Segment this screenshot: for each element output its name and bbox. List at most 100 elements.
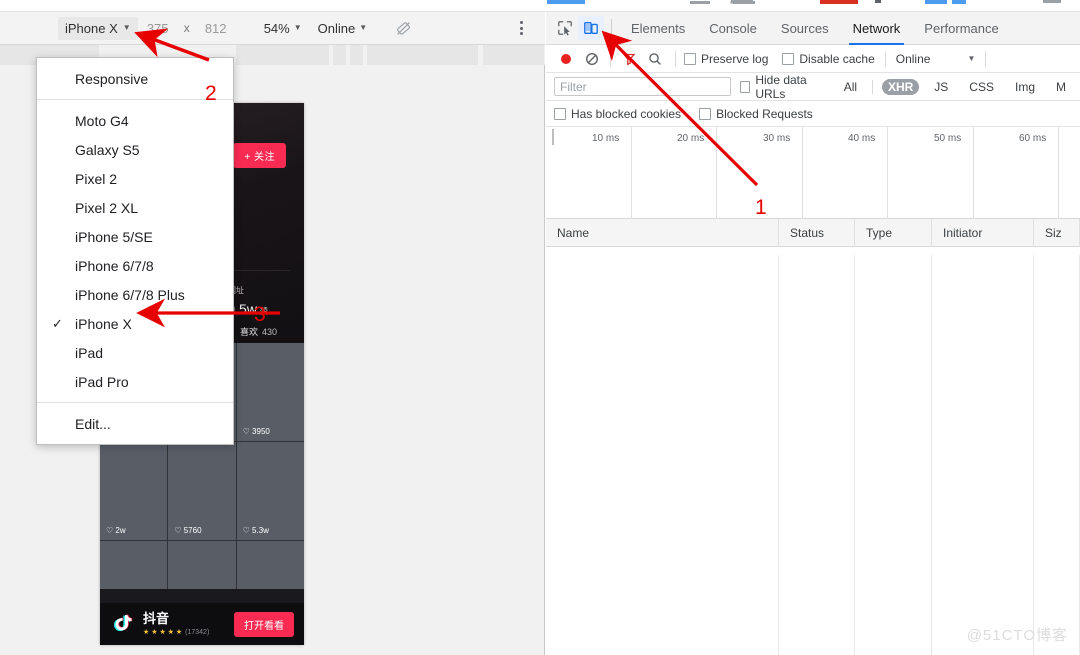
clear-icon[interactable] (580, 48, 604, 70)
tab-sources[interactable]: Sources (769, 12, 841, 45)
table-column (855, 255, 932, 655)
annotation-number-1: 1 (755, 196, 767, 219)
network-throttle-select[interactable]: Online ▼ (896, 52, 976, 66)
timeline-gridline (716, 127, 717, 219)
filter-type-xhr[interactable]: XHR (881, 78, 920, 95)
menu-item-pixel-2-xl[interactable]: Pixel 2 XL (37, 193, 233, 222)
requests-table-body[interactable] (546, 255, 1080, 655)
menu-item-iphone-5-se[interactable]: iPhone 5/SE (37, 222, 233, 251)
zoom-select[interactable]: 54% ▼ (264, 21, 302, 36)
has-blocked-cookies-checkbox[interactable]: Has blocked cookies (554, 107, 681, 121)
hide-data-urls-checkbox[interactable]: Hide data URLs (739, 72, 829, 101)
device-dropdown-menu: Responsive Moto G4 Galaxy S5 Pixel 2 Pix… (36, 57, 234, 445)
timeline-start-marker (552, 129, 554, 145)
filter-type-media[interactable]: M (1050, 79, 1072, 95)
more-options-icon[interactable] (513, 21, 529, 35)
cut-element (734, 0, 750, 3)
menu-divider (37, 99, 233, 100)
timeline-tick-label: 60 ms (1019, 133, 1047, 144)
disable-cache-checkbox[interactable]: Disable cache (782, 52, 875, 66)
follow-button[interactable]: + 关注 (233, 143, 286, 168)
rotate-icon[interactable] (393, 18, 413, 38)
column-header-name[interactable]: Name (546, 218, 779, 247)
timeline-gridline (1058, 127, 1059, 219)
menu-item-label: Moto G4 (75, 112, 129, 129)
hide-data-urls-label: Hide data URLs (755, 72, 807, 101)
menu-divider (37, 402, 233, 403)
search-icon[interactable] (643, 48, 667, 70)
tab-console[interactable]: Console (697, 12, 769, 45)
filter-type-css[interactable]: CSS (963, 79, 1000, 95)
column-header-status[interactable]: Status (779, 218, 855, 247)
grid-item-likes: ♡ 3950 (242, 427, 270, 436)
grid-item[interactable] (236, 541, 304, 589)
grid-item[interactable] (168, 541, 236, 589)
throttle-label: Online (895, 51, 931, 66)
ruler-segment (483, 45, 545, 65)
column-header-type[interactable]: Type (855, 218, 932, 247)
grid-item[interactable]: ♡ 2w (100, 442, 168, 540)
filter-input[interactable]: Filter (554, 77, 731, 96)
network-overview-timeline[interactable]: 10 ms 20 ms 30 ms 40 ms 50 ms 60 ms (546, 127, 1080, 219)
grid-item[interactable]: ♡ 3950 (236, 343, 304, 441)
device-select[interactable]: iPhone X ▼ (58, 16, 138, 40)
network-filter-bar-secondary: Has blocked cookies Blocked Requests (546, 101, 1080, 127)
table-column (1034, 255, 1080, 655)
filter-type-img[interactable]: Img (1009, 79, 1041, 95)
network-toolbar: Preserve log Disable cache Online ▼ (546, 45, 1080, 73)
open-app-button[interactable]: 打开看看 (234, 611, 294, 637)
device-toolbar-icon[interactable] (578, 16, 604, 40)
tab-network[interactable]: Network (841, 12, 913, 45)
devtools-panel: Elements Console Sources Network Perform… (546, 12, 1080, 655)
menu-item-ipad[interactable]: iPad (37, 338, 233, 367)
table-column (546, 255, 779, 655)
menu-item-responsive[interactable]: Responsive (37, 64, 233, 93)
menu-item-edit[interactable]: Edit... (37, 409, 233, 438)
cut-element (820, 0, 858, 4)
divider (675, 50, 676, 67)
inspect-element-icon[interactable] (552, 16, 578, 40)
zoom-label: 54% (263, 20, 290, 36)
app-download-banner: 抖音 ★ ★ ★ ★ ★ (17342) 打开看看 (100, 603, 304, 645)
ruler-segment (236, 45, 330, 65)
cut-element (925, 0, 947, 4)
requests-table-header: Name Status Type Initiator Siz (546, 218, 1080, 247)
menu-item-ipad-pro[interactable]: iPad Pro (37, 367, 233, 396)
throttle-select[interactable]: Online ▼ (318, 21, 368, 36)
like-label: 喜欢 (240, 327, 259, 337)
menu-item-iphone-6-7-8[interactable]: iPhone 6/7/8 (37, 251, 233, 280)
divider (884, 50, 886, 67)
preserve-log-checkbox[interactable]: Preserve log (684, 52, 768, 66)
menu-item-label: Responsive (75, 70, 149, 87)
filter-type-all[interactable]: All (838, 79, 863, 95)
column-header-initiator[interactable]: Initiator (932, 218, 1034, 247)
cut-element (1043, 0, 1061, 3)
grid-item[interactable]: ♡ 5.3w (236, 442, 304, 540)
filter-type-js[interactable]: JS (928, 79, 954, 95)
grid-item[interactable] (100, 541, 168, 589)
blocked-requests-checkbox[interactable]: Blocked Requests (699, 107, 813, 121)
timeline-gridline (973, 127, 974, 219)
chevron-down-icon: ▼ (293, 23, 302, 32)
menu-item-moto-g4[interactable]: Moto G4 (37, 106, 233, 135)
menu-item-iphone-6-7-8-plus[interactable]: iPhone 6/7/8 Plus (37, 280, 233, 309)
watermark: @51CTO博客 (966, 627, 1068, 644)
tab-performance[interactable]: Performance (912, 12, 1010, 45)
cut-element (547, 0, 585, 4)
menu-item-pixel-2[interactable]: Pixel 2 (37, 164, 233, 193)
divider (985, 50, 987, 67)
device-select-label: iPhone X (65, 20, 118, 36)
filter-icon[interactable] (617, 48, 641, 70)
device-width-input[interactable]: 375 (138, 21, 178, 36)
dimension-separator: x (183, 21, 190, 35)
menu-item-iphone-x[interactable]: ✓ iPhone X (37, 309, 233, 338)
device-height-input[interactable]: 812 (196, 21, 236, 36)
check-icon: ✓ (52, 315, 63, 331)
menu-item-galaxy-s5[interactable]: Galaxy S5 (37, 135, 233, 164)
menu-item-label: Galaxy S5 (75, 141, 140, 158)
column-header-size[interactable]: Siz (1034, 218, 1080, 247)
record-icon[interactable] (554, 48, 578, 70)
checkbox-box (554, 107, 566, 120)
grid-item[interactable]: ♡ 5760 (168, 442, 236, 540)
tab-elements[interactable]: Elements (619, 12, 697, 45)
